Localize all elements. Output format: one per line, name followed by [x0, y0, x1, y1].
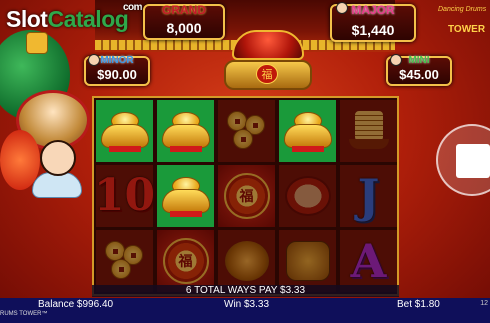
- slotcatalog-watermark: SlotCatalog com: [6, 2, 143, 33]
- symbol-gold-ingot: [157, 100, 214, 162]
- lucky-coins-icon: [225, 109, 269, 153]
- game-logo: Dancing Drums TOWER: [436, 6, 490, 40]
- major-title: MAJOR: [351, 3, 395, 17]
- symbol-peony: [218, 230, 275, 292]
- gold-ingot-icon: [283, 112, 332, 152]
- mini-amount: $45.00: [399, 67, 439, 82]
- treasure-box-icon: 福: [222, 28, 314, 94]
- symbol-ten: 10: [96, 165, 153, 227]
- treasure-box-fu: 福: [256, 64, 278, 84]
- grand-amount: 8,000: [166, 20, 202, 36]
- lion-dog-icon: [285, 241, 330, 281]
- fu-medallion-text: 福: [239, 188, 254, 204]
- reel-grid: 10 福 福 J A: [92, 96, 399, 296]
- symbol-j: J: [340, 165, 397, 227]
- stop-square-icon: [456, 144, 490, 178]
- fu-medallion-text: 福: [178, 253, 193, 269]
- clock-display: 12: [480, 300, 488, 307]
- j-symbol-text: J: [357, 169, 380, 223]
- watermark-com: com: [123, 2, 143, 13]
- symbol-a: A: [340, 230, 397, 292]
- junk-boat-icon: [347, 111, 391, 151]
- game-logo-line2: TOWER: [448, 24, 486, 35]
- bet-display[interactable]: Bet $1.80: [397, 299, 440, 310]
- balance-display: Balance $996.40: [38, 299, 114, 310]
- reel-4: [277, 98, 338, 294]
- reel-2: 福: [155, 98, 216, 294]
- minor-jackpot: MINOR $90.00: [84, 54, 150, 86]
- symbol-junk-boat: [340, 100, 397, 162]
- grand-jackpot: GRAND 8,000: [143, 3, 225, 40]
- spin-button[interactable]: [436, 124, 490, 196]
- major-amount: $1,440: [351, 22, 395, 38]
- fu-medallion-icon: 福: [162, 238, 209, 284]
- watermark-slot: Slot: [6, 6, 48, 32]
- game-name-label: RUMS TOWER™: [0, 311, 48, 317]
- grand-title: GRAND: [162, 3, 206, 17]
- reel-5: J A: [338, 98, 399, 294]
- symbol-fu-medallion: 福: [218, 165, 275, 227]
- symbol-drum: [279, 165, 336, 227]
- symbol-lion-dog: [279, 230, 336, 292]
- ways-win-message: 6 TOTAL WAYS PAY $3.33: [92, 285, 399, 297]
- peony-icon: [224, 241, 269, 281]
- mini-title: MINI: [408, 55, 430, 66]
- symbol-gold-ingot: [96, 100, 153, 162]
- treasure-box-lid: [232, 30, 304, 60]
- symbol-lucky-coins: [96, 230, 153, 292]
- ten-symbol-text: 10: [96, 170, 153, 221]
- minor-title: MINOR: [100, 55, 134, 66]
- bottom-status-bar: Balance $996.40 Win $3.33 Bet $1.80 RUMS…: [0, 298, 490, 323]
- child-figure-icon: [40, 140, 76, 176]
- symbol-lucky-coins: [218, 100, 275, 162]
- gold-ingot-icon: [161, 177, 210, 217]
- major-jackpot: MAJOR $1,440: [330, 2, 416, 42]
- symbol-gold-ingot: [157, 165, 214, 227]
- reel-3: 福: [216, 98, 277, 294]
- fu-medallion-icon: 福: [223, 173, 270, 219]
- a-symbol-text: A: [350, 234, 387, 288]
- lantern-icon: [26, 32, 48, 54]
- game-stage: SlotCatalog com Dancing Drums TOWER GRAN…: [0, 0, 490, 323]
- reel-1: 10: [94, 98, 155, 294]
- drum-icon: [284, 176, 331, 216]
- gold-ingot-icon: [161, 112, 210, 152]
- minor-amount: $90.00: [97, 67, 137, 82]
- gold-ingot-icon: [100, 112, 149, 152]
- win-display: Win $3.33: [224, 299, 270, 310]
- symbol-fu-medallion: 福: [157, 230, 214, 292]
- game-logo-line1: Dancing Drums: [438, 6, 487, 13]
- symbol-gold-ingot: [279, 100, 336, 162]
- mini-jackpot: MINI $45.00: [386, 54, 452, 86]
- watermark-catalog: Catalog: [47, 6, 129, 32]
- lucky-coins-icon: [103, 239, 147, 283]
